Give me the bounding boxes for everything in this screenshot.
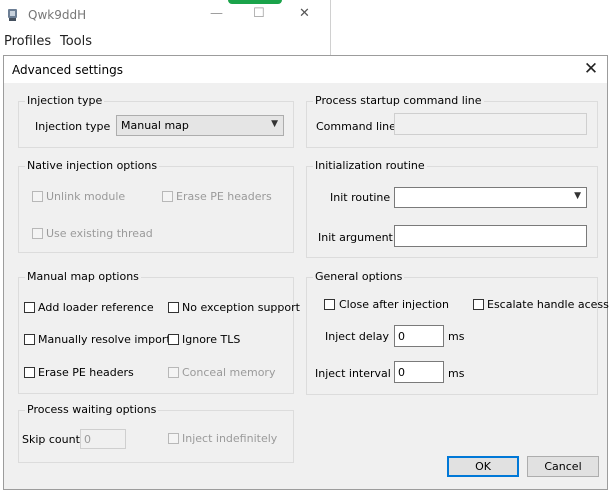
general-options-group-label: General options <box>313 270 405 283</box>
ok-button[interactable]: OK <box>447 456 519 477</box>
close-icon[interactable]: ✕ <box>581 59 601 79</box>
injection-type-select[interactable]: Manual map ▼ <box>116 115 284 136</box>
init-routine-select[interactable]: ▼ <box>394 187 587 208</box>
background-close-icon[interactable]: ✕ <box>299 6 310 21</box>
injection-type-group-label: Injection type <box>25 94 105 107</box>
menu-profiles[interactable]: Profiles <box>4 34 51 49</box>
process-waiting-group-label: Process waiting options <box>25 403 159 416</box>
inject-delay-unit: ms <box>448 330 465 343</box>
init-argument-input[interactable] <box>394 225 587 247</box>
inject-delay-input[interactable] <box>394 325 444 347</box>
dialog-titlebar: Advanced settings ✕ <box>4 56 607 83</box>
menu-tools[interactable]: Tools <box>60 34 92 49</box>
add-loader-reference-label: Add loader reference <box>38 301 154 314</box>
skip-count-input[interactable] <box>80 429 126 449</box>
init-argument-label: Init argument <box>318 231 393 244</box>
escalate-handle-label: Escalate handle acess <box>487 298 609 311</box>
cancel-button[interactable]: Cancel <box>527 456 599 477</box>
init-routine-label: Init routine <box>330 191 391 204</box>
chevron-down-icon: ▼ <box>271 119 278 129</box>
native-erase-pe-headers-checkbox[interactable] <box>162 191 173 202</box>
use-existing-thread-checkbox[interactable] <box>32 228 43 239</box>
conceal-memory-checkbox[interactable] <box>168 367 179 378</box>
close-after-injection-checkbox[interactable] <box>324 299 335 310</box>
inject-interval-input[interactable] <box>394 361 444 383</box>
background-window-title: Qwk9ddH <box>28 8 87 22</box>
unlink-module-checkbox[interactable] <box>32 191 43 202</box>
escalate-handle-checkbox[interactable] <box>473 299 484 310</box>
minimize-icon[interactable]: — <box>210 6 223 21</box>
background-window: Qwk9ddH — ☐ ✕ Profiles Tools <box>0 0 331 58</box>
process-startup-group-label: Process startup command line <box>313 94 484 107</box>
close-after-injection-label: Close after injection <box>339 298 449 311</box>
maximize-icon[interactable]: ☐ <box>253 6 265 21</box>
skip-count-label: Skip count <box>22 433 80 446</box>
inject-delay-label: Inject delay <box>325 330 389 343</box>
command-line-input[interactable] <box>394 113 587 135</box>
inject-interval-label: Inject interval <box>315 367 391 380</box>
add-loader-reference-checkbox[interactable] <box>24 302 35 313</box>
inject-interval-unit: ms <box>448 367 465 380</box>
advanced-settings-dialog: Advanced settings ✕ Injection type Injec… <box>3 55 609 490</box>
manually-resolve-imports-label: Manually resolve imports <box>38 333 177 346</box>
manually-resolve-imports-checkbox[interactable] <box>24 334 35 345</box>
command-line-label: Command line <box>316 120 396 133</box>
no-exception-support-checkbox[interactable] <box>168 302 179 313</box>
manual-erase-pe-headers-checkbox[interactable] <box>24 367 35 378</box>
native-injection-group-label: Native injection options <box>25 159 160 172</box>
use-existing-thread-label: Use existing thread <box>46 227 153 240</box>
unlink-module-label: Unlink module <box>46 190 126 203</box>
native-erase-pe-headers-label: Erase PE headers <box>176 190 272 203</box>
manual-erase-pe-headers-label: Erase PE headers <box>38 366 134 379</box>
dialog-title: Advanced settings <box>12 63 123 77</box>
manual-map-group-label: Manual map options <box>25 270 141 283</box>
inject-indefinitely-checkbox[interactable] <box>168 433 179 444</box>
ignore-tls-checkbox[interactable] <box>168 334 179 345</box>
chevron-down-icon: ▼ <box>574 191 581 201</box>
conceal-memory-label: Conceal memory <box>182 366 276 379</box>
app-icon <box>8 9 17 21</box>
no-exception-support-label: No exception support <box>182 301 300 314</box>
background-accent <box>228 0 282 4</box>
inject-indefinitely-label: Inject indefinitely <box>182 432 278 445</box>
injection-type-value: Manual map <box>121 119 189 132</box>
init-routine-group-label: Initialization routine <box>313 159 427 172</box>
ignore-tls-label: Ignore TLS <box>182 333 241 346</box>
injection-type-label: Injection type <box>35 120 111 133</box>
